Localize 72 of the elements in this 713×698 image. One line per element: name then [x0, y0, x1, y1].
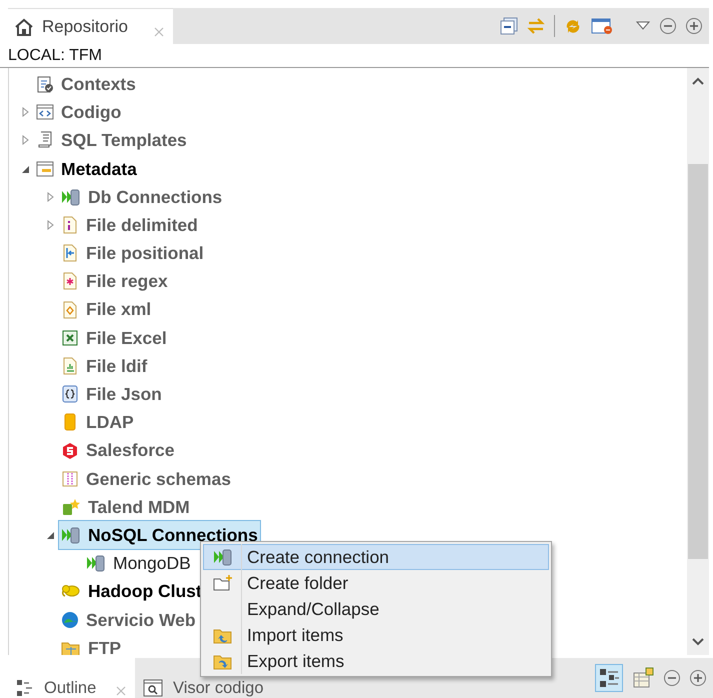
tree-item[interactable]: Generic schemas: [58, 464, 234, 494]
code-window-icon: [36, 103, 54, 122]
tree-item[interactable]: NoSQL Connections: [58, 520, 261, 550]
expand-arrow-icon[interactable]: [45, 220, 55, 230]
repository-tab[interactable]: Repositorio: [8, 8, 173, 44]
tree-item[interactable]: Talend MDM: [58, 492, 193, 522]
window-icon: [36, 160, 54, 178]
view-tab[interactable]: Outline: [8, 658, 135, 698]
tree-item[interactable]: File regex: [58, 266, 171, 297]
tree-item[interactable]: File Json: [58, 379, 165, 410]
tree-item[interactable]: SQL Templates: [33, 125, 190, 156]
tree-item[interactable]: Db Connections: [58, 182, 226, 212]
globe-icon: [61, 610, 79, 629]
menu-item[interactable]: Create folder: [203, 570, 549, 596]
scrollbar[interactable]: [687, 68, 709, 655]
tree-item[interactable]: File positional: [58, 238, 207, 268]
maximize-icon[interactable]: [689, 669, 707, 687]
clipboard-icon: [36, 75, 54, 94]
expand-arrow-icon[interactable]: [20, 135, 30, 146]
database-icon: [86, 554, 106, 572]
minimize-icon[interactable]: [659, 17, 677, 35]
hexagon-icon: [61, 442, 79, 460]
collapse-arrow-icon[interactable]: [20, 164, 30, 174]
tree-item[interactable]: MongoDB: [83, 548, 194, 578]
tree-item[interactable]: Contexts: [33, 68, 139, 100]
tree-item[interactable]: LDAP: [58, 407, 137, 438]
menu-item[interactable]: Import items: [203, 622, 549, 648]
tree-view-button[interactable]: [595, 664, 623, 692]
star-icon: [61, 498, 81, 516]
database-icon: [61, 526, 81, 544]
minimize-icon[interactable]: [663, 669, 681, 687]
scroll-down-icon[interactable]: [691, 637, 705, 647]
scroll-icon: [36, 131, 54, 150]
scroll-up-icon[interactable]: [691, 76, 705, 86]
collapse-all-icon[interactable]: [500, 17, 518, 35]
tree-item[interactable]: File Excel: [58, 322, 170, 353]
view-menu-icon[interactable]: [635, 20, 651, 32]
file-icon: [61, 216, 79, 234]
new-folder-icon: [213, 574, 233, 592]
menu-item[interactable]: Export items: [203, 648, 549, 674]
maximize-icon[interactable]: [685, 17, 703, 35]
outline-icon: [16, 679, 34, 697]
database-icon: [61, 188, 81, 206]
search-window-icon: [143, 679, 163, 697]
spreadsheet-icon: [61, 328, 79, 347]
tree-item[interactable]: Codigo: [33, 97, 124, 128]
expand-arrow-icon[interactable]: [45, 192, 55, 202]
file-icon: [61, 272, 79, 290]
tree-item[interactable]: File xml: [58, 294, 154, 325]
file-icon: [61, 356, 79, 375]
tree-item[interactable]: Salesforce: [58, 435, 178, 466]
file-icon: [61, 300, 79, 319]
expand-arrow-icon[interactable]: [20, 107, 30, 118]
panel-icon[interactable]: [591, 17, 613, 35]
database-icon: [213, 548, 233, 566]
tree-item[interactable]: Metadata: [33, 154, 140, 184]
menu-item[interactable]: Expand/Collapse: [203, 596, 549, 622]
tree-item[interactable]: File delimited: [58, 210, 201, 240]
repository-path: LOCAL: TFM: [0, 44, 709, 68]
menu-item[interactable]: Create connection: [203, 544, 549, 570]
table-icon: [61, 470, 79, 488]
tree-item[interactable]: File ldif: [58, 350, 150, 382]
file-icon: [61, 385, 79, 404]
tree-item[interactable]: Hadoop Clust: [58, 576, 205, 607]
tree-item[interactable]: Servicio Web: [58, 604, 199, 635]
file-icon: [61, 244, 79, 262]
scroll-thumb[interactable]: [688, 164, 708, 559]
hierarchy-icon: [598, 667, 620, 689]
table-view-icon[interactable]: [631, 667, 655, 689]
collapse-arrow-icon[interactable]: [45, 530, 55, 540]
home-icon: [14, 18, 34, 36]
tree-item[interactable]: FTP: [58, 632, 124, 655]
